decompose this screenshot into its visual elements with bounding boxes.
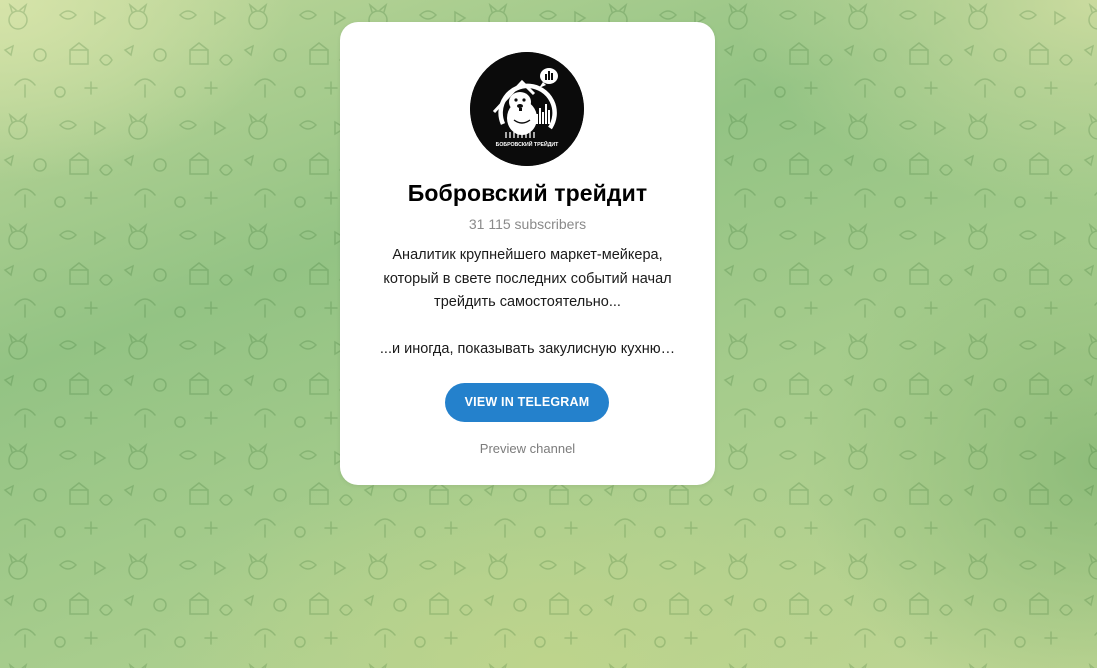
description-line — [360, 315, 695, 339]
description-line: трейдить самостоятельно... — [434, 294, 621, 310]
preview-channel-link[interactable]: Preview channel — [340, 441, 715, 456]
channel-title: Бобровский трейдит — [407, 180, 648, 206]
description-line: который в свете последних событий начал — [383, 270, 672, 287]
channel-avatar: БОБРОВСКИЙ ТРЕЙДИТ — [470, 52, 584, 166]
subscriber-count: 31 115 subscribers — [468, 216, 587, 232]
avatar-caption: БОБРОВСКИЙ ТРЕЙДИТ — [496, 140, 560, 148]
beaver-trader-logo-icon: БОБРОВСКИЙ ТРЕЙДИТ — [470, 52, 584, 166]
channel-description: Аналитик крупнейшего маркет-мейкера, кот… — [360, 244, 695, 362]
description-line: ...и иногда, показывать закулисную кухню… — [379, 341, 676, 357]
view-in-telegram-button[interactable]: VIEW IN TELEGRAM — [445, 383, 609, 422]
channel-card: БОБРОВСКИЙ ТРЕЙДИТ Бобровский трейдит 31… — [340, 22, 715, 485]
description-line: Аналитик крупнейшего маркет-мейкера, — [392, 247, 663, 263]
